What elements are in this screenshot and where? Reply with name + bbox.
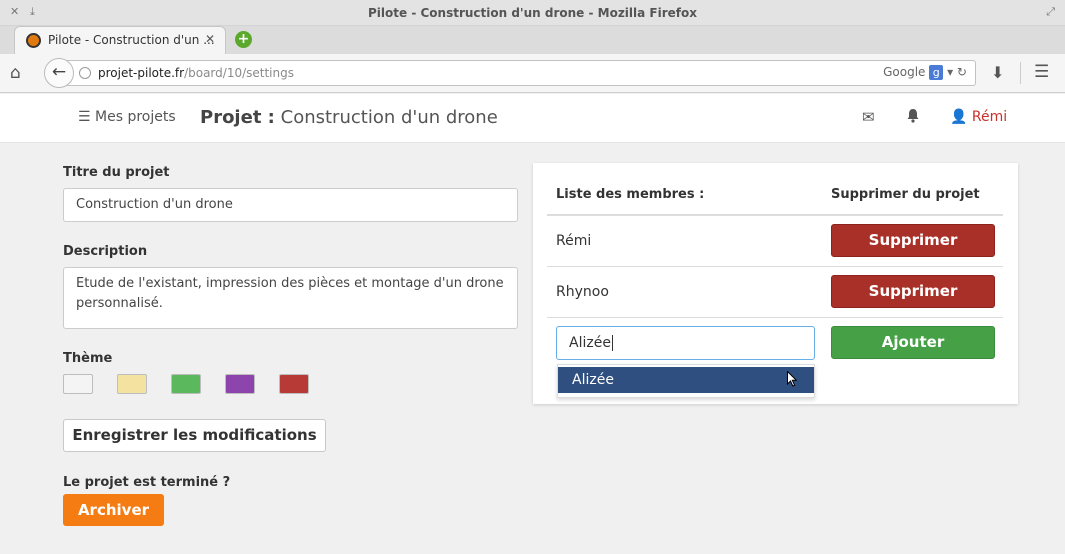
autocomplete-option[interactable]: Alizée (558, 367, 814, 393)
toolbar-divider (1020, 62, 1021, 84)
globe-icon (79, 67, 91, 79)
user-icon: 👤 (950, 109, 968, 125)
theme-swatch[interactable] (63, 374, 93, 394)
home-icon[interactable]: ⌂ (10, 63, 21, 83)
new-tab-icon[interactable]: + (235, 31, 252, 48)
download-icon[interactable]: ⬇ (991, 63, 1004, 82)
mouse-cursor-icon (787, 371, 797, 387)
row-divider (547, 317, 1003, 318)
maximize-window-icon[interactable]: ⤢ (1046, 5, 1055, 19)
member-name: Rémi (556, 233, 592, 249)
my-projects-link[interactable]: ☰ Mes projets (78, 109, 176, 125)
nav-bar: ⌂ projet-pilote.fr/board/10/settings Goo… (0, 54, 1065, 93)
add-member-input[interactable]: Alizée (556, 326, 815, 360)
remove-member-button[interactable]: Supprimer (831, 224, 995, 257)
theme-swatch[interactable] (171, 374, 201, 394)
back-arrow-icon[interactable]: ← (44, 58, 74, 88)
app-header: ☰ Mes projets Projet : Construction d'un… (0, 94, 1065, 143)
tab-strip: Pilote - Construction d'un ... ✕ + (0, 26, 1065, 54)
favicon-icon (26, 33, 41, 48)
bell-icon[interactable] (906, 108, 920, 123)
archive-button[interactable]: Archiver (63, 494, 164, 526)
user-menu[interactable]: 👤 Rémi (950, 109, 1007, 125)
hamburger-menu-icon[interactable]: ☰ (1034, 62, 1049, 82)
project-done-label: Le projet est terminé ? (63, 475, 231, 490)
description-textarea[interactable]: Etude de l'existant, impression des pièc… (63, 267, 518, 329)
tab-title: Pilote - Construction d'un ... (48, 33, 215, 47)
text-caret (611, 335, 613, 351)
url-text[interactable]: projet-pilote.fr/board/10/settings (98, 66, 294, 80)
list-icon: ☰ (78, 109, 91, 125)
search-engine[interactable]: Google g ▾ ↻ (883, 65, 967, 80)
save-button[interactable]: Enregistrer les modifications (63, 419, 326, 452)
theme-label: Thème (63, 351, 113, 366)
window-titlebar: ✕ ⤓ Pilote - Construction d'un drone - M… (0, 0, 1065, 26)
browser-tab[interactable]: Pilote - Construction d'un ... ✕ (14, 26, 226, 54)
window-title: Pilote - Construction d'un drone - Mozil… (368, 6, 697, 20)
tab-close-icon[interactable]: ✕ (205, 32, 215, 46)
add-member-button[interactable]: Ajouter (831, 326, 995, 359)
row-divider (547, 266, 1003, 267)
google-icon: g (929, 65, 944, 80)
theme-swatch[interactable] (117, 374, 147, 394)
url-bar[interactable]: projet-pilote.fr/board/10/settings Googl… (66, 60, 976, 86)
title-input[interactable]: Construction d'un drone (63, 188, 518, 222)
members-card: Liste des membres : Supprimer du projet … (533, 163, 1018, 404)
remove-column-header: Supprimer du projet (831, 187, 980, 202)
member-name: Rhynoo (556, 284, 609, 300)
page-title: Projet : Construction d'un drone (200, 107, 498, 128)
theme-swatch[interactable] (225, 374, 255, 394)
title-label: Titre du projet (63, 165, 170, 180)
remove-member-button[interactable]: Supprimer (831, 275, 995, 308)
autocomplete-dropdown: Alizée (557, 364, 815, 398)
description-label: Description (63, 244, 148, 259)
header-divider (547, 214, 1003, 216)
mail-icon[interactable]: ✉ (862, 108, 875, 126)
theme-swatch[interactable] (279, 374, 309, 394)
members-list-header: Liste des membres : (556, 187, 705, 202)
